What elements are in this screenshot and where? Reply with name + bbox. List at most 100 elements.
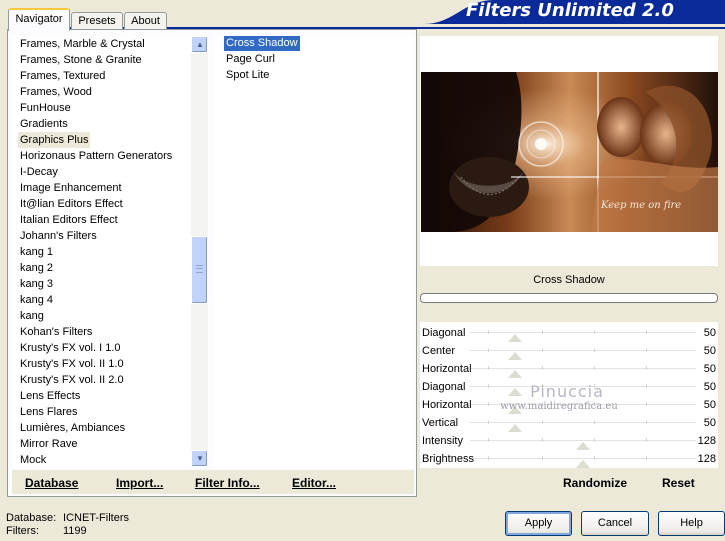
category-item[interactable]: Krusty's FX vol. I 1.0 [18,340,123,356]
tab-navigator[interactable]: Navigator [8,8,70,31]
slider-tick [594,348,596,352]
parameter-label: Diagonal [422,327,466,339]
tab-about[interactable]: About [124,12,167,30]
slider-track[interactable] [470,332,696,333]
category-item[interactable]: kang 3 [18,276,55,292]
category-item[interactable]: Lens Flares [18,404,79,420]
category-list[interactable]: Frames, Marble & Crystal Frames, Stone & … [12,36,208,468]
slider-track[interactable] [470,422,696,423]
slider-track[interactable] [470,368,696,369]
apply-button[interactable]: Apply [505,511,572,536]
category-item[interactable]: Graphics Plus [18,132,91,148]
scroll-down-button[interactable]: ▼ [191,450,208,467]
category-item[interactable]: Mirror Rave [18,436,79,452]
category-item[interactable]: Krusty's FX vol. II 1.0 [18,356,126,372]
parameter-slider[interactable]: Vertical 50 [420,414,718,432]
scroll-up-button[interactable]: ▲ [191,36,208,53]
filter-item[interactable]: Spot Lite [224,68,271,83]
slider-tick [646,348,648,352]
slider-tick [646,366,648,370]
category-item[interactable]: Gradients [18,116,70,132]
category-item[interactable]: It@lian Editors Effect [18,196,125,212]
tab-presets[interactable]: Presets [71,12,123,30]
slider-thumb[interactable] [576,460,590,468]
slider-track[interactable] [470,350,696,351]
slider-tick [488,402,490,406]
category-item[interactable]: FunHouse [18,100,73,116]
slider-tick [488,366,490,370]
slider-track[interactable] [470,440,696,441]
filters-count: 1199 [63,525,87,537]
parameter-label: Brightness [422,453,474,465]
category-item[interactable]: kang 4 [18,292,55,308]
parameter-slider[interactable]: Center 50 [420,342,718,360]
preview-image: Keep me on fire [421,72,718,232]
reset-button[interactable]: Reset [662,476,695,490]
slider-thumb[interactable] [508,352,523,360]
parameter-value: 50 [703,381,716,393]
cancel-button[interactable]: Cancel [581,511,649,536]
category-item[interactable]: Frames, Stone & Granite [18,52,144,68]
category-item[interactable]: Johann's Filters [18,228,99,244]
category-item[interactable]: kang 2 [18,260,55,276]
slider-tick [542,420,544,424]
filter-item[interactable]: Page Curl [224,52,277,67]
preview-artwork: Keep me on fire [421,72,718,232]
parameter-value: 50 [703,345,716,357]
watermark-text: Pinuccia [530,382,604,401]
progress-bar [420,293,718,303]
category-item[interactable]: kang [18,308,46,324]
slider-tick [488,384,490,388]
slider-tick [542,348,544,352]
category-item[interactable]: Kohan's Filters [18,324,94,340]
category-item[interactable]: Lumières, Ambiances [18,420,127,436]
slider-tick [542,456,544,460]
slider-tick [594,366,596,370]
chevron-down-icon: ▼ [196,454,204,463]
filter-info-button[interactable]: Filter Info... [195,476,260,490]
database-label: Database: [6,512,57,524]
parameter-label: Horizontal [422,399,472,411]
database-value: ICNET-Filters [63,512,129,524]
filter-item[interactable]: Cross Shadow [224,36,300,51]
slider-thumb[interactable] [508,334,523,342]
import-button[interactable]: Import... [116,476,163,490]
slider-thumb[interactable] [508,424,523,432]
category-item[interactable]: Frames, Textured [18,68,107,84]
category-item[interactable]: Horizonaus Pattern Generators [18,148,174,164]
help-button[interactable]: Help [658,511,725,536]
category-item[interactable]: kang 1 [18,244,55,260]
current-filter-name: Cross Shadow [533,274,605,286]
parameter-slider[interactable]: Diagonal 50 [420,324,718,342]
category-item[interactable]: Image Enhancement [18,180,124,196]
slider-track[interactable] [470,458,696,459]
filter-list[interactable]: Cross Shadow Page Curl Spot Lite [214,36,414,468]
category-item[interactable]: Frames, Marble & Crystal [18,36,147,52]
editor-button[interactable]: Editor... [292,476,336,490]
slider-tick [646,456,648,460]
parameter-label: Intensity [422,435,463,447]
preview-caption: Keep me on fire [600,200,681,211]
slider-thumb[interactable] [576,442,590,450]
category-item[interactable]: I-Decay [18,164,60,180]
filters-label: Filters: [6,525,39,537]
grip-icon [196,265,203,273]
slider-tick [542,366,544,370]
parameter-value: 128 [697,453,716,465]
parameter-slider[interactable]: Intensity 128 [420,432,718,450]
parameter-slider[interactable]: Brightness 128 [420,450,718,468]
parameter-slider[interactable]: Horizontal 50 [420,360,718,378]
category-item[interactable]: Italian Editors Effect [18,212,120,228]
slider-tick [542,438,544,442]
category-item[interactable]: Mock [18,452,48,468]
randomize-button[interactable]: Randomize [563,476,627,490]
watermark-url: www.maidiregrafica.eu [500,401,618,412]
category-item[interactable]: Frames, Wood [18,84,94,100]
chevron-up-icon: ▲ [196,40,204,49]
database-button[interactable]: Database [25,476,78,490]
slider-thumb[interactable] [508,370,523,378]
category-item[interactable]: Lens Effects [18,388,82,404]
parameter-label: Diagonal [422,381,466,393]
category-item[interactable]: Krusty's FX vol. II 2.0 [18,372,126,388]
slider-tick [542,330,544,334]
